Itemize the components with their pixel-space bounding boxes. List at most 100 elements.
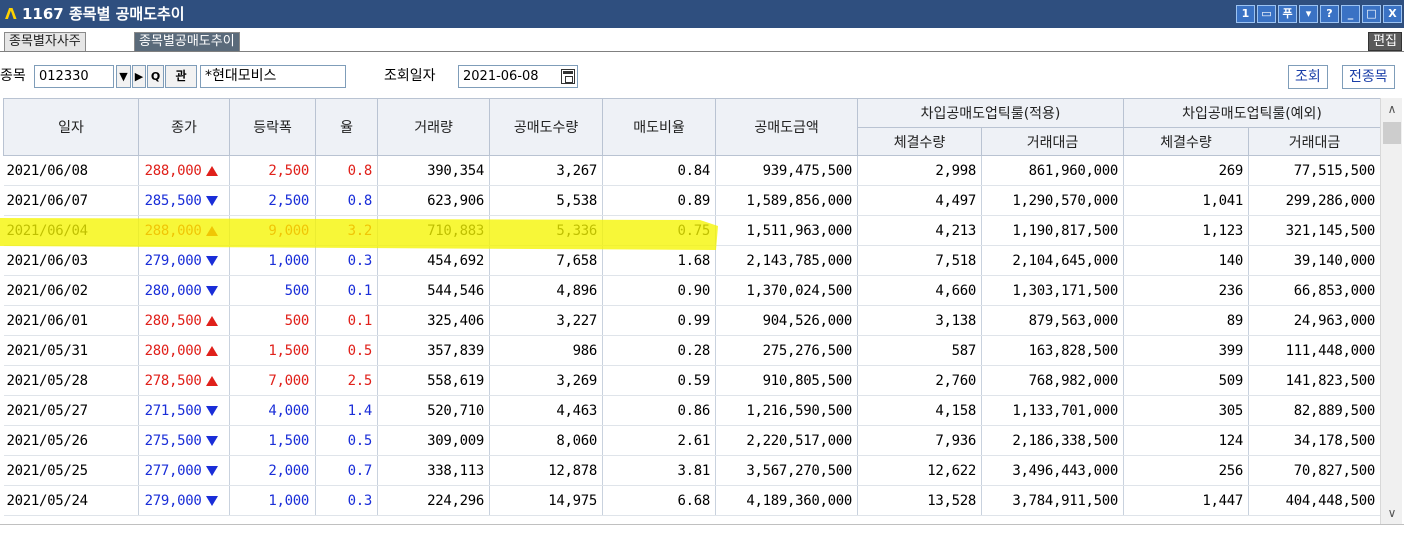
header-change[interactable]: 등락폭	[229, 98, 317, 156]
header-rate[interactable]: 율	[315, 98, 379, 156]
stock-code-input[interactable]: 012330	[34, 65, 114, 88]
header-date[interactable]: 일자	[3, 98, 139, 156]
header-exempt-trade-amount[interactable]: 거래대금	[1248, 127, 1382, 156]
cell-short-ratio: 1.68	[602, 245, 717, 276]
header-applied-exec-qty[interactable]: 체결수량	[857, 127, 983, 156]
search-button[interactable]: 조회	[1288, 65, 1328, 89]
menu-dropdown-icon[interactable]: ▾	[1299, 5, 1318, 23]
header-short-qty[interactable]: 공매도수량	[489, 98, 604, 156]
cell-date: 2021/06/02	[3, 275, 139, 306]
down-triangle-icon	[205, 405, 218, 416]
cell-short-amount: 4,189,360,000	[715, 485, 859, 516]
table-row[interactable]: 2021/06/02 280,000 500 0.1 544,546 4,896 0.90 1…	[3, 275, 1382, 306]
table-body: 2021/06/08 288,000 2,500 0.8 390,354 3,267 0.8…	[3, 155, 1382, 516]
cell-close: 275,500	[138, 425, 204, 456]
cell-change: 500	[229, 275, 317, 306]
cell-rate: 0.1	[315, 275, 379, 306]
vertical-scrollbar[interactable]: ∧ ∨	[1380, 98, 1402, 528]
cell-short-qty: 7,658	[489, 245, 604, 276]
all-stocks-button[interactable]: 전종목	[1342, 65, 1395, 89]
calendar-icon[interactable]	[561, 69, 575, 84]
maximize-button[interactable]: □	[1362, 5, 1381, 23]
cell-short-qty: 4,896	[489, 275, 604, 306]
stock-label: 종목	[0, 68, 26, 84]
close-button[interactable]: X	[1383, 5, 1402, 23]
cell-change: 9,000	[229, 215, 317, 246]
cell-applied-trade-amount: 2,104,645,000	[981, 245, 1125, 276]
pin-button[interactable]: 푸	[1278, 5, 1297, 23]
cell-applied-trade-amount: 2,186,338,500	[981, 425, 1125, 456]
cell-direction	[203, 305, 231, 336]
table-row[interactable]: 2021/05/28 278,500 7,000 2.5 558,619 3,269 0.5…	[3, 365, 1382, 396]
cell-short-amount: 1,216,590,500	[715, 395, 859, 426]
table-row[interactable]: 2021/06/08 288,000 2,500 0.8 390,354 3,267 0.8…	[3, 155, 1382, 186]
header-applied-trade-amount[interactable]: 거래대금	[981, 127, 1125, 156]
cell-volume: 520,710	[377, 395, 491, 426]
stock-name-field: *현대모비스	[200, 65, 346, 88]
next-arrow-icon[interactable]: ▶	[132, 65, 146, 88]
table-row[interactable]: 2021/05/31 280,000 1,500 0.5 357,839 986 0.28 2…	[3, 335, 1382, 366]
query-date-input[interactable]: 2021-06-08	[458, 65, 578, 88]
table-row[interactable]: 2021/05/26 275,500 1,500 0.5 309,009 8,060 2.6…	[3, 425, 1382, 456]
cell-volume: 224,296	[377, 485, 491, 516]
cell-volume: 338,113	[377, 455, 491, 486]
header-short-ratio[interactable]: 매도비율	[602, 98, 717, 156]
edit-button[interactable]: 편집	[1368, 32, 1402, 51]
cell-applied-trade-amount: 1,290,570,000	[981, 185, 1125, 216]
table-row[interactable]: 2021/05/25 277,000 2,000 0.7 338,113 12,878 3.…	[3, 455, 1382, 486]
query-controls: 종목 012330 ▼ ▶ Q 관 *현대모비스 조회일자 2021-06-08…	[0, 62, 1404, 92]
cell-exempt-trade-amount: 34,178,500	[1248, 425, 1382, 456]
link-window-icon[interactable]: ▭	[1257, 5, 1276, 23]
scroll-thumb[interactable]	[1383, 122, 1401, 144]
cell-change: 1,000	[229, 245, 317, 276]
chevron-down-icon[interactable]: ▼	[116, 65, 131, 88]
cell-volume: 558,619	[377, 365, 491, 396]
cell-applied-trade-amount: 768,982,000	[981, 365, 1125, 396]
cell-change: 4,000	[229, 395, 317, 426]
table-row[interactable]: 2021/05/24 279,000 1,000 0.3 224,296 14,975 6.…	[3, 485, 1382, 516]
short-selling-table: 일자 종가 등락폭 율 거래량 공매도수량 매도비율 공매도금액 차입공매도업틱…	[3, 98, 1382, 516]
cell-rate: 0.3	[315, 485, 379, 516]
scroll-up-icon[interactable]: ∧	[1381, 98, 1403, 120]
cell-direction	[203, 425, 231, 456]
cell-close: 288,000	[138, 155, 204, 186]
tab-treasury-stock[interactable]: 종목별자사주	[4, 32, 86, 51]
down-triangle-icon	[205, 465, 218, 476]
header-short-amount[interactable]: 공매도금액	[715, 98, 859, 156]
search-icon[interactable]: Q	[147, 65, 164, 88]
cell-applied-exec-qty: 7,936	[857, 425, 983, 456]
up-triangle-icon	[205, 165, 218, 176]
help-button[interactable]: ?	[1320, 5, 1339, 23]
header-close[interactable]: 종가	[137, 98, 231, 156]
cell-close: 271,500	[138, 395, 204, 426]
cell-exempt-exec-qty: 89	[1123, 305, 1250, 336]
cell-direction	[203, 365, 231, 396]
table-row[interactable]: 2021/06/03 279,000 1,000 0.3 454,692 7,658 1.6…	[3, 245, 1382, 276]
tab-short-selling-trend[interactable]: 종목별공매도추이	[134, 32, 240, 51]
table-row[interactable]: 2021/06/04 288,000 9,000 3.2 710,883 5,336 0.7…	[3, 215, 1382, 246]
minimize-button[interactable]: _	[1341, 5, 1360, 23]
cell-exempt-trade-amount: 299,286,000	[1248, 185, 1382, 216]
cell-change: 1,500	[229, 425, 317, 456]
cell-short-qty: 3,267	[489, 155, 604, 186]
header-exempt-exec-qty[interactable]: 체결수량	[1123, 127, 1250, 156]
cell-applied-exec-qty: 4,213	[857, 215, 983, 246]
cell-applied-trade-amount: 3,496,443,000	[981, 455, 1125, 486]
header-volume[interactable]: 거래량	[377, 98, 491, 156]
window-controls: 1 ▭ 푸 ▾ ? _ □ X	[1236, 5, 1402, 23]
screen-number-button[interactable]: 1	[1236, 5, 1255, 23]
cell-short-amount: 2,143,785,000	[715, 245, 859, 276]
table-row[interactable]: 2021/05/27 271,500 4,000 1.4 520,710 4,463 0.8…	[3, 395, 1382, 426]
watchlist-button[interactable]: 관	[165, 65, 197, 88]
cell-rate: 0.3	[315, 245, 379, 276]
tab-strip: 종목별자사주 종목별공매도추이 편집	[0, 30, 1404, 52]
scroll-down-icon[interactable]: ∨	[1381, 502, 1403, 524]
table-row[interactable]: 2021/06/07 285,500 2,500 0.8 623,906 5,538 0.8…	[3, 185, 1382, 216]
cell-exempt-exec-qty: 305	[1123, 395, 1250, 426]
cell-applied-exec-qty: 2,760	[857, 365, 983, 396]
cell-exempt-trade-amount: 77,515,500	[1248, 155, 1382, 186]
window-title: 1167 종목별 공매도추이	[22, 5, 185, 23]
cell-applied-exec-qty: 7,518	[857, 245, 983, 276]
cell-direction	[203, 395, 231, 426]
table-row[interactable]: 2021/06/01 280,500 500 0.1 325,406 3,227 0.99 9…	[3, 305, 1382, 336]
